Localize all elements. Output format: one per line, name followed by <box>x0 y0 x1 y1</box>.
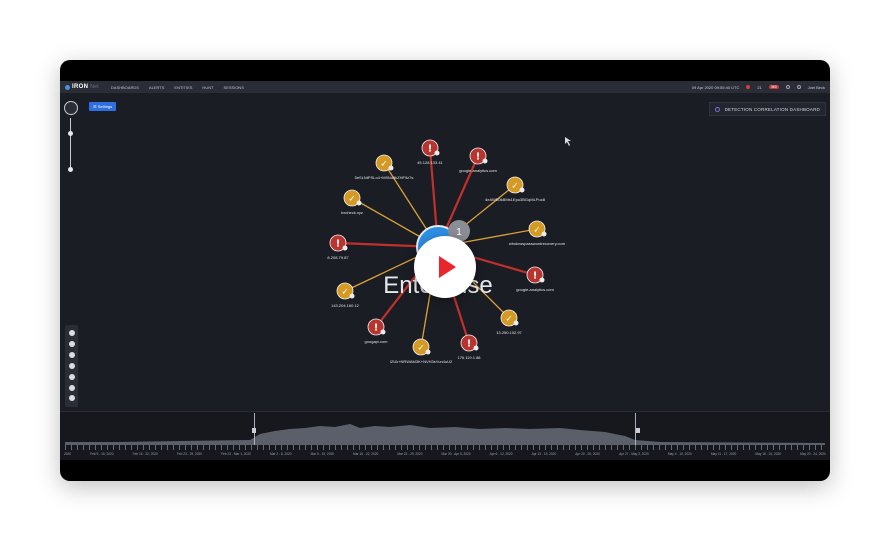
node-label: bxcheck.xyz <box>341 210 363 215</box>
resolved-node[interactable]: ✓ 4eAWB0kBMs1Epu3BGqMLPuc8 <box>485 176 546 202</box>
comment-icon <box>425 349 431 355</box>
timeline-label: Feb 23 - Mar 1, 2020 <box>221 452 251 456</box>
node-label: 4eAWB0kBMs1Epu3BGqMLPuc8 <box>485 197 546 202</box>
video-play-button[interactable] <box>414 236 476 298</box>
comment-icon <box>342 245 348 251</box>
exclamation-icon: ! <box>533 271 538 282</box>
timeline-grip-right[interactable] <box>636 428 640 433</box>
exclamation-icon: ! <box>336 239 341 250</box>
comment-icon <box>539 277 545 283</box>
comment-icon <box>482 158 488 164</box>
comment-icon <box>519 187 525 193</box>
comment-icon <box>388 165 394 171</box>
check-icon: ✓ <box>348 195 356 205</box>
plus-icon[interactable] <box>68 373 75 380</box>
refresh-icon[interactable] <box>68 341 75 348</box>
timeline-label: Apr 13 - 19, 2020 <box>531 452 557 456</box>
node-label: 176.119.1.88 <box>457 355 481 360</box>
check-icon: ✓ <box>505 315 513 325</box>
timeline-label: May 4 - 10, 2020 <box>667 452 692 456</box>
check-icon: ✓ <box>417 344 425 354</box>
check-icon: ✓ <box>533 226 541 236</box>
node-label: googapi.com <box>365 339 389 344</box>
node-label: 143.204.160.12 <box>331 303 360 308</box>
histogram-area <box>65 424 825 445</box>
node-label: 13.250.102.97 <box>496 330 522 335</box>
alert-node[interactable]: ! 45.128.133.41 <box>417 139 444 165</box>
alert-node[interactable]: ! 176.119.1.88 <box>457 334 481 360</box>
resolved-node[interactable]: ✓ 5eSLNtPSLo4+M9Nu8kZHF9z7s <box>355 154 414 180</box>
expand-icon[interactable] <box>68 384 75 391</box>
alert-node[interactable]: ! googapi.com <box>365 318 389 344</box>
node-label: google-analytics.com <box>459 168 497 173</box>
resolved-node[interactable]: ✓ windowspasswordrecovery.com <box>509 220 566 246</box>
node-label: google-analytics.com <box>516 287 554 292</box>
exclamation-icon: ! <box>476 152 481 163</box>
timeline-label: Feb 16 - 22, 2020 <box>132 452 158 456</box>
check-icon: ✓ <box>380 160 388 170</box>
timeline-label: 2020 <box>64 452 72 456</box>
exclamation-icon: ! <box>467 339 472 350</box>
alert-node[interactable]: ! 8.208.79.87 <box>327 234 349 260</box>
timeline-label: Mar 2 - 8, 2020 <box>269 452 292 456</box>
exclamation-icon: ! <box>374 323 379 334</box>
node-label: 8.208.79.87 <box>327 255 349 260</box>
exclamation-icon: ! <box>428 144 433 155</box>
center-count-text: 1 <box>456 227 462 238</box>
timeline-label: Feb 23 - 29, 2020 <box>176 452 203 456</box>
minus-icon[interactable] <box>68 352 75 359</box>
comment-icon <box>356 200 362 206</box>
timeline-label: Feb 9 - 15, 2020 <box>90 452 114 456</box>
timeline-histogram <box>65 424 825 445</box>
comment-icon <box>473 345 479 351</box>
timeline-label: May 20 - 24, 2020 <box>800 452 826 456</box>
timeline-label: Mar 23 - 29, 2020 <box>397 452 423 456</box>
select-tool-icon[interactable] <box>68 330 75 337</box>
timeline-grip-left[interactable] <box>252 428 256 433</box>
timeline-label: May 18 - 24, 2020 <box>755 452 782 456</box>
resolved-node[interactable]: ✓ bxcheck.xyz <box>341 189 363 215</box>
video-frame: IRON Net Dashboards Alerts Entities Hunt… <box>60 60 830 481</box>
resolved-node[interactable]: ✓ IZUk+NRWAM3K+NVH3sYun4uU2 <box>390 338 453 364</box>
timeline-labels: 2020 Feb 9 - 15, 2020 Feb 16 - 22, 2020 Feb… <box>64 452 826 456</box>
timeline-label: Mar 16 - 22, 2020 <box>353 452 379 456</box>
node-label: 5eSLNtPSLo4+M9Nu8kZHF9z7s <box>355 175 414 180</box>
timeline-label: Apr 27 - May 3, 2020 <box>619 452 649 456</box>
node-label: 45.128.133.41 <box>417 160 443 165</box>
target-icon[interactable] <box>68 362 75 369</box>
comment-icon <box>513 320 519 326</box>
comment-icon <box>349 293 355 299</box>
check-icon: ✓ <box>511 182 519 192</box>
mouse-cursor-icon <box>565 137 571 146</box>
graph-toolbar <box>65 325 78 407</box>
timeline-panel[interactable]: 2020 Feb 9 - 15, 2020 Feb 16 - 22, 2020 Feb… <box>60 411 830 460</box>
timeline-label: Mar 30 - Apr 5, 2020 <box>441 452 471 456</box>
comment-icon <box>541 231 547 237</box>
timeline-ticks <box>65 445 825 450</box>
timeline-label: Apr 6 - 12, 2020 <box>489 452 513 456</box>
arrow-right-icon[interactable] <box>68 395 75 402</box>
timeline-label: Mar 9 - 15, 2020 <box>310 452 335 456</box>
comment-icon <box>380 329 386 335</box>
comment-icon <box>434 150 440 156</box>
node-label: IZUk+NRWAM3K+NVH3sYun4uU2 <box>390 359 453 364</box>
timeline-label: Apr 20 - 26, 2020 <box>575 452 600 456</box>
node-label: windowspasswordrecovery.com <box>509 241 566 246</box>
resolved-node[interactable]: ✓ 13.250.102.97 <box>496 309 523 335</box>
alert-node[interactable]: ! google-analytics.com <box>459 147 497 173</box>
check-icon: ✓ <box>341 288 349 298</box>
timeline-label: May 11 - 17, 2020 <box>710 452 737 456</box>
